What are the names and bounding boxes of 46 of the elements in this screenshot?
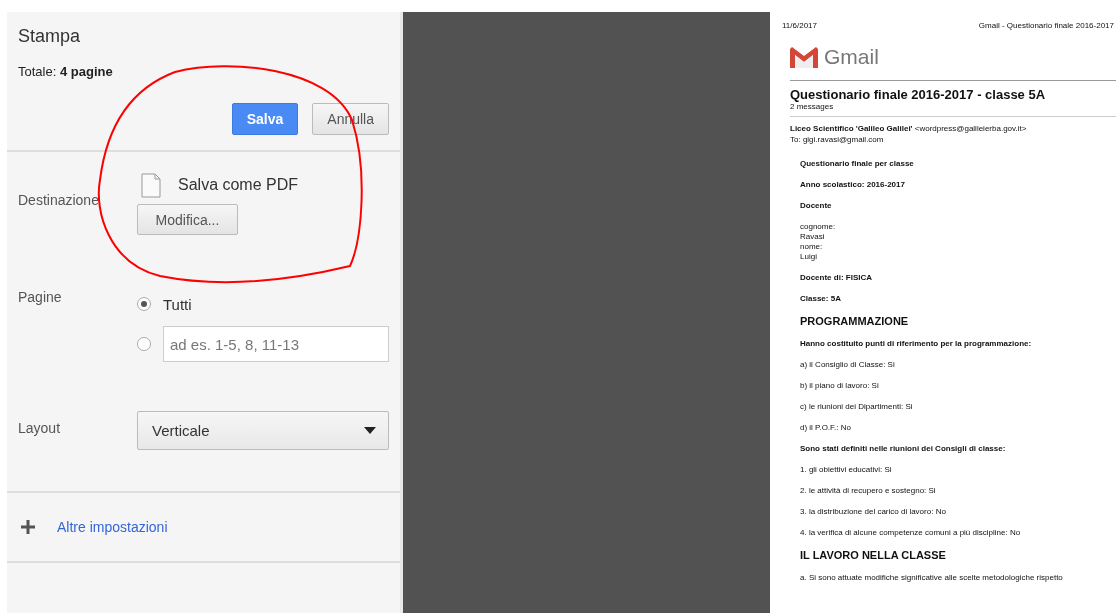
document-line: nome: — [800, 242, 824, 252]
document-line: Sono stati definiti nelle riunioni dei Consigli di classe: — [800, 444, 1007, 454]
document-line: a) il Consiglio di Classe: Si — [800, 360, 896, 370]
message-count: 2 messages — [790, 102, 835, 111]
print-date: 11/6/2017 — [782, 21, 817, 30]
email-subject: Questionario finale 2016-2017 - classe 5A — [790, 87, 1047, 102]
more-settings-link[interactable]: Altre impostazioni — [57, 519, 168, 535]
document-line: b) il piano di lavoro: Si — [800, 381, 880, 391]
document-heading: PROGRAMMAZIONE — [800, 315, 910, 328]
document-line: Anno scolastico: 2016-2017 — [800, 180, 906, 190]
plus-icon[interactable] — [21, 520, 35, 534]
destination-name: Salva come PDF — [178, 176, 299, 194]
document-line: Luigi — [800, 252, 818, 262]
dialog-title: Stampa — [18, 26, 82, 47]
document-icon — [141, 172, 161, 198]
document-heading: IL LAVORO NELLA CLASSE — [800, 549, 947, 562]
envelope-logo-icon — [790, 46, 818, 68]
logo-text: Gmail — [824, 45, 879, 69]
change-button[interactable]: Modifica... — [137, 204, 238, 235]
document-line: Questionario finale per classe — [800, 159, 915, 169]
document-line: Classe: 5A — [800, 294, 842, 304]
print-header-title: Gmail - Questionario finale 2016-2017 — [978, 21, 1114, 30]
email-sender: Liceo Scientifico 'Galileo Galilei' <wordpress@galileierba.gov.it> — [790, 123, 1028, 134]
document-line: cognome: — [800, 222, 837, 232]
setting-label: Layout — [18, 420, 62, 436]
radio-button[interactable] — [137, 297, 151, 311]
document-line: Hanno costituito punti di riferimento per la programmazione: — [800, 339, 1033, 349]
document-line: Docente — [800, 201, 833, 211]
layout-dropdown[interactable]: Verticale — [137, 411, 389, 450]
radio-button[interactable] — [137, 337, 151, 351]
document-line: d) il P.O.F.: No — [800, 423, 852, 433]
document-line: 3. la distribuzione del carico di lavoro: No — [800, 507, 947, 517]
page-total: Totale: 4 pagine — [18, 64, 114, 79]
document-line: c) le riunioni dei Dipartimenti: Si — [800, 402, 914, 412]
page-range-field[interactable]: ad es. 1-5, 8, 11-13 — [163, 326, 389, 362]
document-line: 1. gli obiettivi educativi: Si — [800, 465, 893, 475]
document-line: 2. le attività di recupero e sostegno: Si — [800, 486, 937, 496]
radio-label: Tutti — [163, 295, 192, 313]
document-line: a. Si sono attuate modifiche significative alle scelte metodologiche rispetto — [800, 573, 1064, 583]
document-line: Docente di: FISICA — [800, 273, 873, 283]
save-button[interactable]: Salva — [231, 103, 299, 135]
document-line: Ravasi — [800, 232, 826, 242]
caret-icon — [364, 427, 376, 434]
document-line: 4. la verifica di alcune competenze comuni a più discipline: No — [800, 528, 1022, 538]
setting-label: Pagine — [18, 289, 63, 307]
email-recipient: To: gigi.ravasi@gmail.com — [790, 134, 885, 145]
